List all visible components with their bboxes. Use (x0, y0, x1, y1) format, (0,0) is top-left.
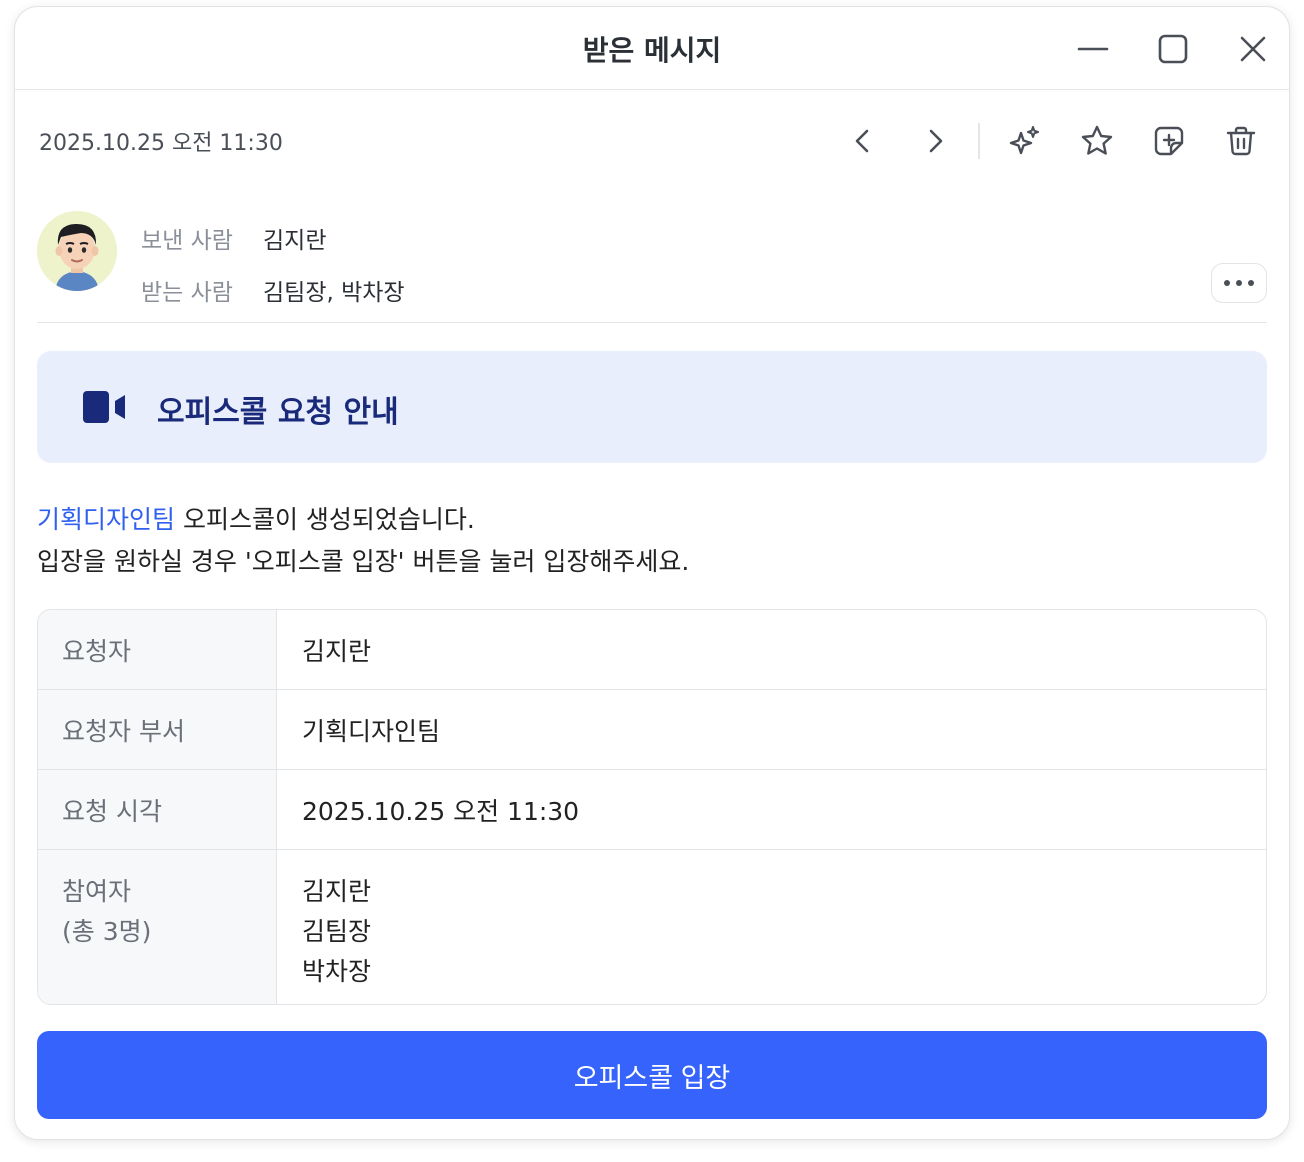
request-details-table: 요청자 김지란 요청자 부서 기획디자인팀 요청 시각 2025.10.25 오… (37, 609, 1267, 1005)
message-toolbar: 2025.10.25 오전 11:30 (37, 119, 1267, 159)
avatar[interactable] (37, 211, 117, 291)
video-camera-icon (83, 391, 125, 423)
participant-name: 박차장 (302, 957, 372, 986)
participants-list: 김지란 김팀장 박차장 (302, 850, 1266, 1004)
table-row: 요청자 김지란 (38, 610, 1266, 690)
table-row: 요청 시각 2025.10.25 오전 11:30 (38, 770, 1266, 850)
minimize-icon (1077, 47, 1109, 51)
participant-name: 김팀장 (302, 917, 372, 946)
recipient-label: 받는 사람 (141, 280, 233, 306)
star-icon (1081, 125, 1113, 155)
sender-label: 보낸 사람 (141, 228, 233, 254)
sparkle-icon (1009, 126, 1039, 155)
body-line-2: 입장을 원하실 경우 '오피스콜 입장' 버튼을 눌러 입장해주세요. (37, 547, 690, 576)
previous-message-button[interactable] (841, 119, 885, 163)
participant-name: 김지란 (302, 877, 372, 906)
favorite-button[interactable] (1075, 119, 1119, 163)
requester-department-label: 요청자 부서 (38, 690, 277, 769)
message-window: 받은 메시지 2025.10.25 오전 11:30 보낸 사람 김지란 받는 … (14, 6, 1290, 1140)
recipient-names[interactable]: 김팀장, 박차장 (263, 280, 405, 306)
notice-banner: 오피스콜 요청 안내 (37, 351, 1267, 463)
add-sticker-button[interactable] (1147, 119, 1191, 163)
title-bar: 받은 메시지 (15, 7, 1289, 90)
message-datetime: 2025.10.25 오전 11:30 (39, 131, 283, 156)
requester-value: 김지란 (302, 636, 372, 666)
requester-department-value: 기획디자인팀 (302, 716, 441, 746)
message-body: 기획디자인팀 오피스콜이 생성되었습니다. 입장을 원하실 경우 '오피스콜 입… (37, 499, 1267, 583)
delete-button[interactable] (1219, 119, 1263, 163)
close-icon (1240, 36, 1266, 62)
participants-label-title: 참여자 (62, 877, 132, 906)
sender-row: 보낸 사람 김지란 (141, 221, 326, 255)
toolbar-divider (978, 123, 980, 159)
requester-label: 요청자 (38, 610, 277, 689)
notice-title: 오피스콜 요청 안내 (157, 395, 399, 430)
maximize-button[interactable] (1153, 29, 1193, 69)
minimize-button[interactable] (1073, 29, 1113, 69)
recipient-row: 받는 사람 김팀장, 박차장 (141, 273, 405, 307)
sender-name[interactable]: 김지란 (263, 228, 326, 254)
close-button[interactable] (1233, 29, 1273, 69)
participants-label: 참여자 (총 3명) (38, 850, 277, 1004)
more-icon (1224, 280, 1254, 286)
participants-count: (총 3명) (62, 917, 152, 946)
next-message-button[interactable] (913, 119, 957, 163)
team-link[interactable]: 기획디자인팀 (37, 505, 175, 534)
request-time-value: 2025.10.25 오전 11:30 (302, 796, 580, 826)
body-line-1-text: 오피스콜이 생성되었습니다. (175, 505, 475, 534)
avatar-image (37, 211, 117, 291)
sender-info: 보낸 사람 김지란 받는 사람 김팀장, 박차장 (37, 211, 1267, 323)
sticker-add-icon (1154, 126, 1184, 156)
maximize-icon (1158, 34, 1188, 64)
table-row: 요청자 부서 기획디자인팀 (38, 690, 1266, 770)
body-line-1: 기획디자인팀 오피스콜이 생성되었습니다. (37, 499, 1267, 541)
request-time-label: 요청 시각 (38, 770, 277, 849)
chevron-left-icon (855, 129, 869, 153)
ai-assist-button[interactable] (1003, 119, 1047, 163)
trash-icon (1226, 126, 1256, 156)
join-officecall-button[interactable]: 오피스콜 입장 (37, 1031, 1267, 1119)
more-options-button[interactable] (1211, 263, 1267, 303)
chevron-right-icon (929, 129, 943, 153)
table-row: 참여자 (총 3명) 김지란 김팀장 박차장 (38, 850, 1266, 1004)
